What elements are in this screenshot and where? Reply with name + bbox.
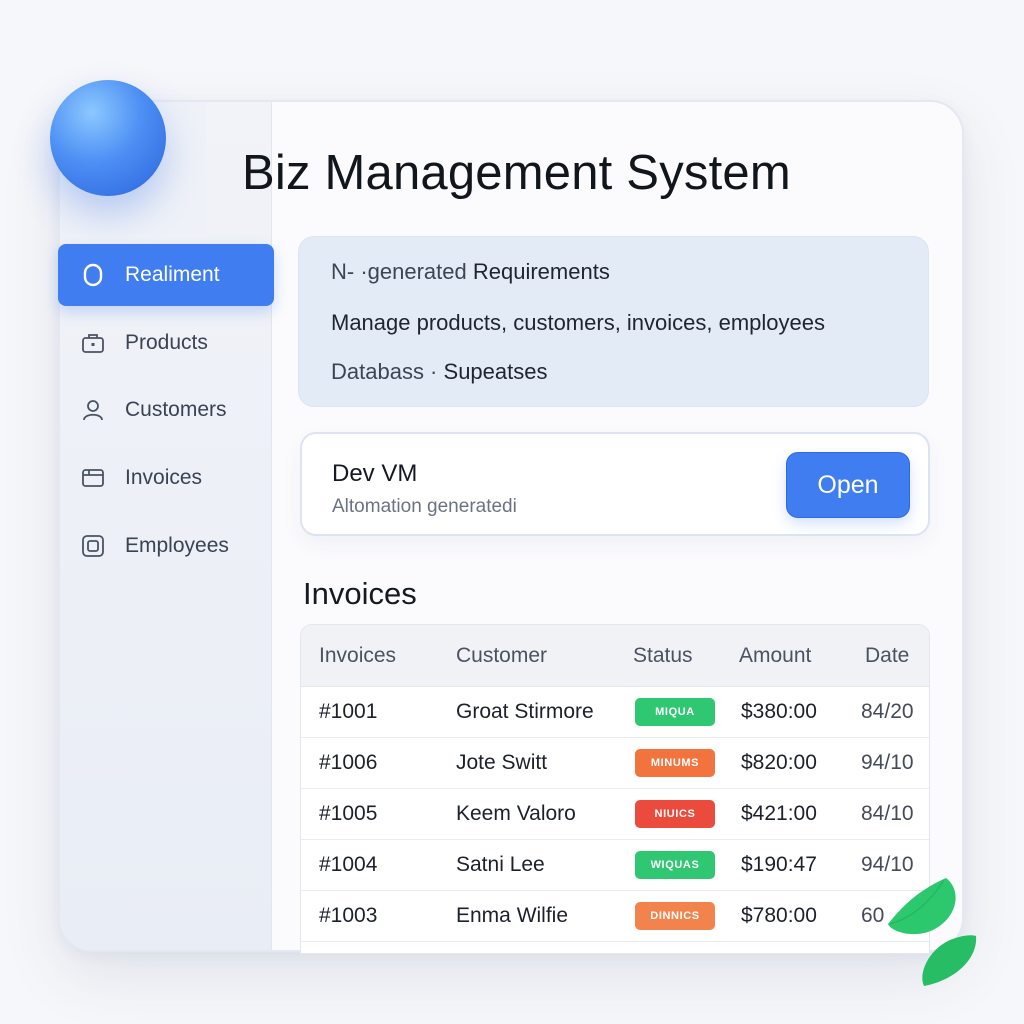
customer-name: Satni Lee bbox=[456, 853, 545, 876]
status-badge: MIQUA bbox=[635, 698, 715, 726]
sidebar-item-invoices[interactable]: Invoices bbox=[58, 447, 274, 509]
column-header-customer[interactable]: Customer bbox=[456, 644, 547, 668]
requirements-database: Databass · Supeatses bbox=[331, 359, 547, 385]
sidebar-item-label: Invoices bbox=[125, 466, 203, 489]
customer-name: Jote Switt bbox=[456, 751, 548, 774]
invoice-number: #1001 bbox=[319, 700, 378, 723]
invoice-amount: $190:47 bbox=[741, 853, 817, 876]
invoice-amount: $780:00 bbox=[741, 904, 817, 927]
invoice-icon bbox=[80, 465, 106, 491]
sidebar-item-customers[interactable]: Customers bbox=[58, 379, 274, 441]
column-header-invoices[interactable]: Invoices bbox=[319, 644, 396, 668]
status-badge: WIQUAS bbox=[635, 851, 715, 879]
briefcase-icon bbox=[80, 330, 106, 356]
requirements-heading-strong: Requirements bbox=[472, 259, 610, 284]
status-badge: NIUICS bbox=[635, 800, 715, 828]
circle-icon bbox=[80, 262, 106, 288]
requirements-summary: Manage products, customers, invoices, em… bbox=[331, 310, 826, 335]
table-header: Invoices Customer Status Amount Date bbox=[301, 625, 929, 687]
dev-vm-card: Dev VM Altomation generatedi Open bbox=[300, 432, 930, 536]
invoices-table: Invoices Customer Status Amount Date #10… bbox=[300, 624, 930, 954]
app-title: Biz Management System bbox=[242, 146, 791, 200]
table-row[interactable]: #1001 Groat Stirmore MIQUA $380:00 84/20 bbox=[301, 687, 929, 738]
table-row[interactable]: #1006 Jote Switt MINUMS $820:00 94/10 bbox=[301, 738, 929, 789]
invoice-number: #1006 bbox=[319, 751, 378, 774]
dev-vm-title: Dev VM bbox=[332, 460, 418, 487]
open-button[interactable]: Open bbox=[786, 452, 910, 518]
invoice-date: 84/10 bbox=[861, 802, 914, 825]
status-badge: MINUMS bbox=[635, 749, 715, 777]
invoice-amount: $820:00 bbox=[741, 751, 817, 774]
requirements-heading: N- ·generated Requirements bbox=[331, 259, 610, 285]
table-row[interactable]: #1005 Keem Valoro NIUICS $421:00 84/10 bbox=[301, 789, 929, 840]
stage: Biz Management System Realiment Products… bbox=[0, 0, 1024, 1024]
sidebar-item-employees[interactable]: Employees bbox=[58, 515, 274, 577]
invoice-number: #1005 bbox=[319, 802, 378, 825]
leaf-icon bbox=[888, 878, 977, 986]
sidebar-item-label: Customers bbox=[125, 398, 227, 421]
invoice-date: 60 bbox=[861, 904, 885, 927]
sidebar-item-products[interactable]: Products bbox=[58, 312, 274, 374]
user-icon bbox=[80, 397, 106, 423]
table-row[interactable]: #1003 Enma Wilfie DINNICS $780:00 60 bbox=[301, 891, 929, 942]
invoice-number: #1004 bbox=[319, 853, 378, 876]
sidebar-item-realiment[interactable]: Realiment bbox=[58, 244, 274, 306]
customer-name: Enma Wilfie bbox=[456, 904, 569, 927]
brand-orb-logo bbox=[50, 80, 166, 196]
requirements-card: N- ·generated Requirements Manage produc… bbox=[298, 236, 929, 407]
table-row[interactable]: #1004 Satni Lee WIQUAS $190:47 94/10 bbox=[301, 840, 929, 891]
requirements-heading-prefix: N- ·generated bbox=[331, 259, 467, 284]
column-header-status[interactable]: Status bbox=[633, 644, 693, 668]
invoice-amount: $380:00 bbox=[741, 700, 817, 723]
status-badge: DINNICS bbox=[635, 902, 715, 930]
database-value: Supeatses bbox=[443, 359, 548, 384]
invoices-section-title: Invoices bbox=[303, 576, 417, 611]
invoice-date: 84/20 bbox=[861, 700, 914, 723]
sidebar-item-label: Employees bbox=[125, 534, 229, 557]
invoice-date: 94/10 bbox=[861, 751, 914, 774]
column-header-amount[interactable]: Amount bbox=[739, 644, 811, 668]
dev-vm-subtitle: Altomation generatedi bbox=[332, 496, 517, 517]
employees-icon bbox=[80, 533, 106, 559]
sidebar-item-label: Products bbox=[125, 331, 208, 354]
customer-name: Keem Valoro bbox=[456, 802, 576, 825]
invoice-number: #1003 bbox=[319, 904, 378, 927]
customer-name: Groat Stirmore bbox=[456, 700, 594, 723]
database-label: Databass · bbox=[331, 359, 438, 384]
invoice-amount: $421:00 bbox=[741, 802, 817, 825]
sidebar-item-label: Realiment bbox=[125, 263, 220, 286]
column-header-date[interactable]: Date bbox=[865, 644, 909, 668]
